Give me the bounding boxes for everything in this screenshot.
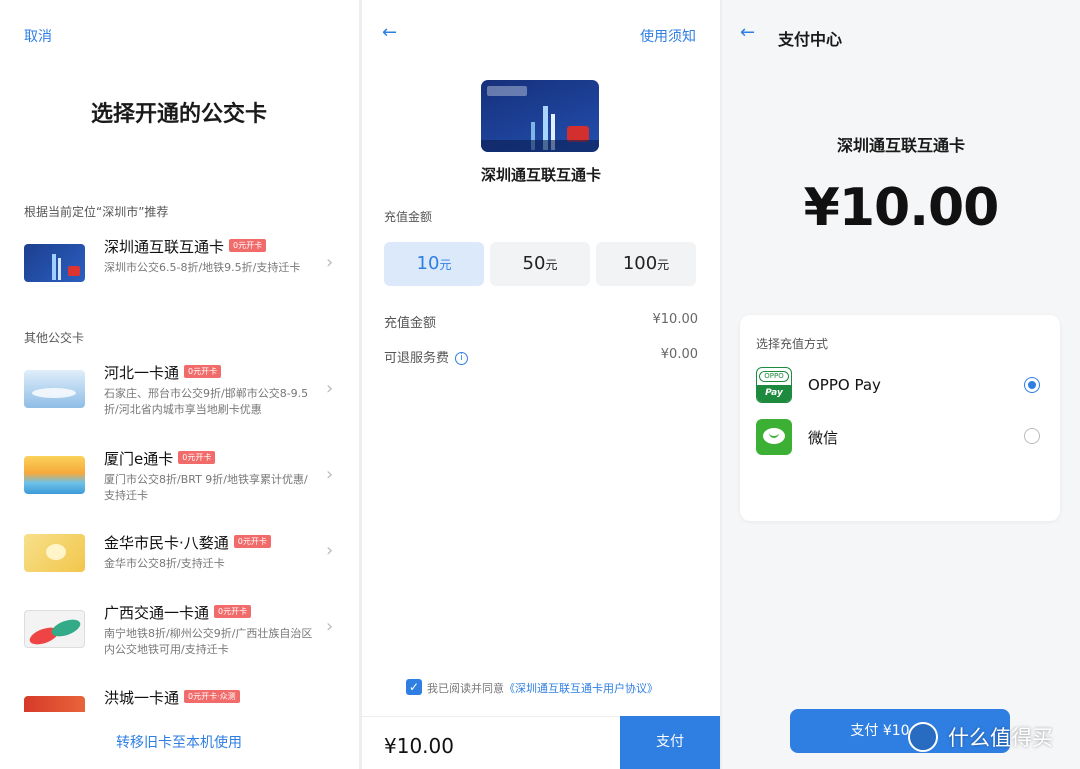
oppo-pay-icon: OPPO Pay [756, 367, 792, 403]
card-title: 厦门e通卡 0元开卡 [104, 448, 216, 469]
row-value: ¥0.00 [660, 347, 698, 362]
cancel-button[interactable]: 取消 [24, 26, 52, 46]
card-description: 深圳市公交6.5-8折/地铁9.5折/支持迁卡 [104, 261, 301, 274]
guangxi-card-image [24, 610, 85, 648]
agreement-text: 我已阅读并同意《深圳通互联互通卡用户协议》 [427, 682, 658, 695]
payment-center-panel: ← 支付中心 深圳通互联互通卡 ¥10.00 选择充值方式 OPPO Pay O… [722, 0, 1080, 769]
row-label: 可退服务费 [384, 351, 450, 366]
info-icon[interactable]: i [455, 352, 469, 365]
usage-notes-link[interactable]: 使用须知 [640, 26, 696, 46]
hongcheng-card-image [24, 696, 85, 712]
xiamen-card-image [24, 456, 85, 494]
recharge-amount-row: 充值金额 ¥10.00 [384, 312, 698, 331]
shenzhen-card-image [481, 80, 599, 152]
card-title: 河北一卡通 0元开卡 [104, 362, 222, 383]
amount-option-10[interactable]: 10元 [384, 242, 484, 286]
row-label: 充值金额 [384, 316, 437, 331]
card-title: 洪城一卡通 0元开卡·众测 [104, 687, 240, 708]
card-selection-panel: 取消 选择开通的公交卡 根据当前定位“深圳市”推荐 深圳通互联互通卡 0元开卡 深… [0, 0, 358, 769]
recharge-panel: ← 使用须知 深圳通互联互通卡 充值金额 10元 50元 100元 充值金额 ¥… [362, 0, 720, 769]
free-badge: 0元开卡 [184, 365, 222, 378]
payment-amount: ¥10.00 [803, 178, 1000, 238]
watermark-text: 什么值得买 [948, 726, 1053, 750]
card-title: 广西交通一卡通 0元开卡 [104, 602, 252, 623]
wechat-icon [756, 419, 792, 455]
payment-method-label: 选择充值方式 [756, 337, 829, 351]
card-description: 南宁地铁8折/柳州公交9折/广西壮族自治区内公交地铁可用/支持迁卡 [104, 627, 313, 656]
card-name: 深圳通互联互通卡 [480, 166, 601, 184]
payment-method-name: OPPO Pay [808, 376, 881, 394]
recommend-section-label: 根据当前定位“深圳市”推荐 [24, 205, 169, 219]
arrow-left-icon[interactable]: ← [382, 22, 397, 43]
card-row-shenzhen[interactable]: 深圳通互联互通卡 0元开卡 深圳市公交6.5-8折/地铁9.5折/支持迁卡 › [0, 226, 358, 306]
card-title: 深圳通互联互通卡 0元开卡 [104, 236, 267, 257]
card-name: 深圳通互联互通卡 [836, 136, 965, 155]
service-fee-row: 可退服务费 i ¥0.00 [384, 347, 698, 366]
card-row-hebei[interactable]: 河北一卡通 0元开卡 石家庄、邢台市公交9折/邯郸市公交8-9.5折/河北省内城市… [0, 352, 358, 432]
payment-method-wechat[interactable]: 微信 [740, 415, 1060, 459]
transfer-card-link[interactable]: 转移旧卡至本机使用 [0, 732, 358, 752]
payment-method-oppo[interactable]: OPPO Pay OPPO Pay [740, 363, 1060, 407]
agreement-link[interactable]: 《深圳通互联互通卡用户协议》 [504, 682, 658, 695]
chevron-right-icon: › [326, 464, 334, 485]
radio-unselected[interactable] [1024, 428, 1040, 444]
free-badge: 0元开卡 [229, 239, 267, 252]
pay-button[interactable]: 支付 [620, 716, 720, 769]
free-badge: 0元开卡 [178, 451, 216, 464]
radio-selected[interactable] [1024, 377, 1040, 393]
hebei-card-image [24, 370, 85, 408]
row-value: ¥10.00 [652, 312, 699, 327]
jinhua-card-image [24, 534, 85, 572]
recharge-amount-label: 充值金额 [384, 210, 433, 224]
amount-option-50[interactable]: 50元 [490, 242, 590, 286]
other-section-label: 其他公交卡 [24, 331, 85, 345]
payment-method-name: 微信 [808, 429, 839, 447]
page-title: 选择开通的公交卡 [90, 102, 267, 127]
chevron-right-icon: › [326, 540, 334, 561]
free-badge: 0元开卡 [214, 605, 252, 618]
chevron-right-icon: › [326, 616, 334, 637]
chevron-right-icon: › [326, 252, 334, 273]
page-title: 支付中心 [778, 30, 843, 49]
card-row-xiamen[interactable]: 厦门e通卡 0元开卡 厦门市公交8折/BRT 9折/地铁享累计优惠/支持迁卡 › [0, 438, 358, 518]
card-description: 石家庄、邢台市公交9折/邯郸市公交8-9.5折/河北省内城市享当地刷卡优惠 [104, 387, 309, 416]
chevron-right-icon: › [326, 378, 334, 399]
free-badge: 0元开卡 [233, 535, 271, 548]
card-row-guangxi[interactable]: 广西交通一卡通 0元开卡 南宁地铁8折/柳州公交9折/广西壮族自治区内公交地铁可用… [0, 596, 358, 676]
amount-option-100[interactable]: 100元 [596, 242, 696, 286]
arrow-left-icon[interactable]: ← [740, 22, 755, 43]
agreement-checkbox[interactable]: ✓ [406, 679, 422, 695]
watermark-logo-icon [908, 722, 938, 752]
card-row-hongcheng[interactable]: 洪城一卡通 0元开卡·众测 [0, 682, 358, 712]
total-amount: ¥10.00 [384, 734, 454, 758]
shenzhen-card-image [24, 244, 85, 282]
card-description: 厦门市公交8折/BRT 9折/地铁享累计优惠/支持迁卡 [104, 473, 308, 502]
card-row-jinhua[interactable]: 金华市民卡·八婺通 0元开卡 金华市公交8折/支持迁卡 › [0, 524, 358, 604]
payment-method-box: 选择充值方式 OPPO Pay OPPO Pay 微信 [740, 315, 1060, 521]
free-badge: 0元开卡·众测 [184, 690, 240, 703]
card-title: 金华市民卡·八婺通 0元开卡 [104, 532, 271, 553]
card-description: 金华市公交8折/支持迁卡 [104, 557, 225, 570]
